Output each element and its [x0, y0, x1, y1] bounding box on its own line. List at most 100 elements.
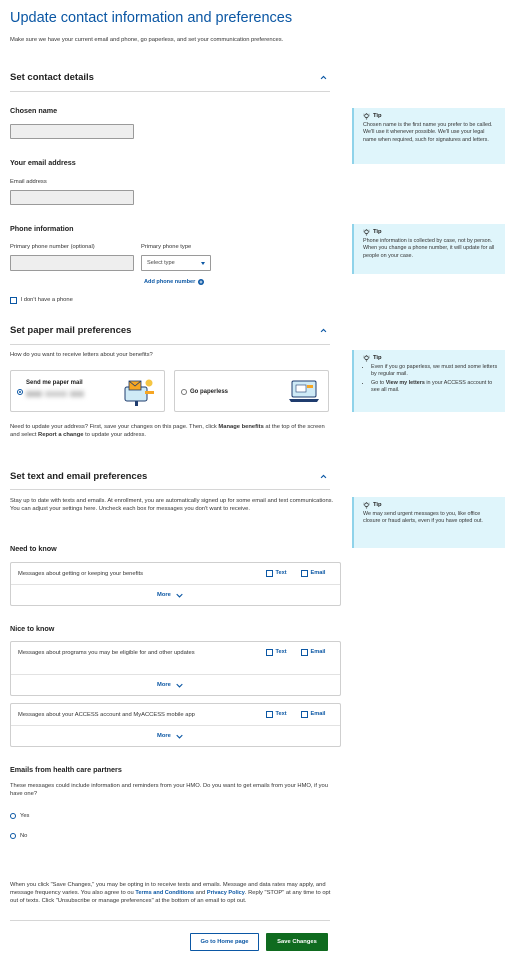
paperless-radio[interactable] — [181, 389, 187, 395]
message-label: Messages about getting or keeping your b… — [18, 571, 144, 577]
no-label: No — [20, 833, 28, 839]
text-checkbox[interactable] — [266, 570, 273, 577]
email-checkbox-row[interactable]: Email — [301, 570, 325, 577]
textemail-section-title: Set text and email preferences — [10, 471, 148, 482]
mailbox-icon — [124, 379, 154, 406]
phone-type-label: Primary phone type — [141, 244, 192, 250]
tip-text-email: Tip We may send urgent messages to you, … — [352, 497, 505, 548]
nice-to-know-heading: Nice to know — [10, 624, 55, 633]
contact-section-title: Set contact details — [10, 72, 94, 83]
page-intro: Make sure we have your current email and… — [10, 37, 284, 43]
no-phone-checkbox[interactable] — [10, 297, 17, 304]
chosen-name-label: Chosen name — [10, 106, 58, 115]
email-checkbox[interactable] — [301, 570, 308, 577]
health-no-option[interactable]: No — [10, 833, 27, 839]
text-checkbox[interactable] — [266, 649, 273, 656]
laptop-icon — [289, 380, 319, 402]
page-title: Update contact information and preferenc… — [10, 10, 293, 26]
health-heading: Emails from health care partners — [10, 765, 122, 774]
divider — [10, 920, 330, 921]
message-label: Messages about your ACCESS account and M… — [18, 712, 195, 718]
tip-bullet: Even if you go paperless, we must send s… — [371, 364, 499, 378]
no-phone-checkbox-row[interactable]: I don't have a phone — [10, 297, 73, 304]
no-phone-label: I don't have a phone — [20, 297, 73, 304]
no-radio[interactable] — [10, 833, 16, 839]
view-my-letters-text: View my letters — [385, 379, 425, 386]
divider — [10, 489, 330, 490]
more-button[interactable]: More — [157, 733, 183, 739]
paper-question: How do you want to receive letters about… — [10, 352, 153, 358]
divider — [11, 674, 340, 675]
divider — [11, 725, 340, 726]
tip-label: Tip — [373, 355, 382, 361]
save-changes-button[interactable]: Save Changes — [266, 933, 328, 951]
more-button[interactable]: More — [157, 592, 183, 598]
text-checkbox-row[interactable]: Text — [266, 570, 287, 577]
chevron-down-icon — [176, 683, 183, 688]
tip-bullet: Go to View my letters in your ACCESS acc… — [371, 380, 499, 394]
email-heading: Your email address — [10, 158, 76, 167]
textemail-intro: Stay up to date with texts and emails. A… — [10, 498, 334, 512]
yes-radio[interactable] — [10, 813, 16, 819]
email-checkbox[interactable] — [301, 649, 308, 656]
privacy-link[interactable]: Privacy Policy — [207, 890, 245, 896]
tip-label: Tip — [373, 229, 382, 235]
more-button[interactable]: More — [157, 682, 183, 688]
chevron-up-icon[interactable] — [320, 327, 327, 334]
chevron-down-icon — [176, 593, 183, 598]
tip-label: Tip — [373, 113, 382, 119]
redacted-address — [26, 391, 106, 405]
tip-phone: Tip Phone information is collected by ca… — [352, 224, 505, 274]
email-checkbox[interactable] — [301, 711, 308, 718]
text-checkbox-row[interactable]: Text — [266, 649, 287, 656]
chosen-name-input[interactable] — [10, 124, 134, 139]
add-phone-link[interactable]: Add phone number — [144, 279, 205, 285]
lightbulb-icon — [363, 229, 370, 236]
paperless-label: Go paperless — [190, 389, 229, 395]
email-checkbox-row[interactable]: Email — [301, 711, 325, 718]
terms-link[interactable]: Terms and Conditions — [135, 890, 194, 896]
paper-section-title: Set paper mail preferences — [10, 325, 132, 336]
message-label: Messages about programs you may be eligi… — [18, 650, 195, 656]
chevron-up-icon[interactable] — [320, 473, 327, 480]
add-phone-label: Add phone number — [144, 279, 196, 285]
divider — [11, 584, 340, 585]
divider — [10, 344, 330, 345]
address-note: Need to update your address? First, save… — [10, 424, 325, 438]
tip-paperless: Tip Even if you go paperless, we must se… — [352, 350, 505, 412]
phone-heading: Phone information — [10, 224, 74, 233]
text-checkbox[interactable] — [266, 711, 273, 718]
dropdown-arrow-icon — [201, 262, 205, 265]
tip-text: Chosen name is the first name you prefer… — [363, 122, 493, 143]
phone-type-value: Select type — [147, 260, 175, 266]
message-card-programs: Messages about programs you may be eligi… — [10, 641, 341, 696]
health-yes-option[interactable]: Yes — [10, 813, 29, 819]
paper-mail-radio[interactable] — [17, 389, 23, 395]
tip-chosen-name: Tip Chosen name is the first name you pr… — [352, 108, 505, 164]
disclaimer: When you click "Save Changes," you may b… — [10, 882, 331, 904]
phone-type-select[interactable]: Select type — [141, 255, 211, 271]
email-label: Email address — [10, 179, 47, 185]
chevron-up-icon[interactable] — [320, 74, 327, 81]
chevron-down-icon — [176, 734, 183, 739]
yes-label: Yes — [20, 813, 30, 819]
paper-mail-label: Send me paper mail — [26, 380, 83, 386]
email-checkbox-row[interactable]: Email — [301, 649, 325, 656]
lightbulb-icon — [363, 113, 370, 120]
email-input[interactable] — [10, 190, 134, 205]
message-card-benefits: Messages about getting or keeping your b… — [10, 562, 341, 606]
divider — [10, 91, 330, 92]
paper-mail-option[interactable]: Send me paper mail — [10, 370, 165, 412]
paperless-option[interactable]: Go paperless — [174, 370, 329, 412]
message-card-account: Messages about your ACCESS account and M… — [10, 703, 341, 747]
tip-text: Phone information is collected by case, … — [363, 238, 495, 259]
plus-circle-icon — [198, 279, 205, 285]
text-checkbox-row[interactable]: Text — [266, 711, 287, 718]
go-home-button[interactable]: Go to Home page — [190, 933, 259, 951]
tip-text: We may send urgent messages to you, like… — [363, 511, 483, 525]
need-to-know-heading: Need to know — [10, 544, 57, 553]
tip-label: Tip — [373, 502, 382, 508]
lightbulb-icon — [363, 355, 370, 362]
primary-phone-input[interactable] — [10, 255, 134, 271]
lightbulb-icon — [363, 502, 370, 509]
